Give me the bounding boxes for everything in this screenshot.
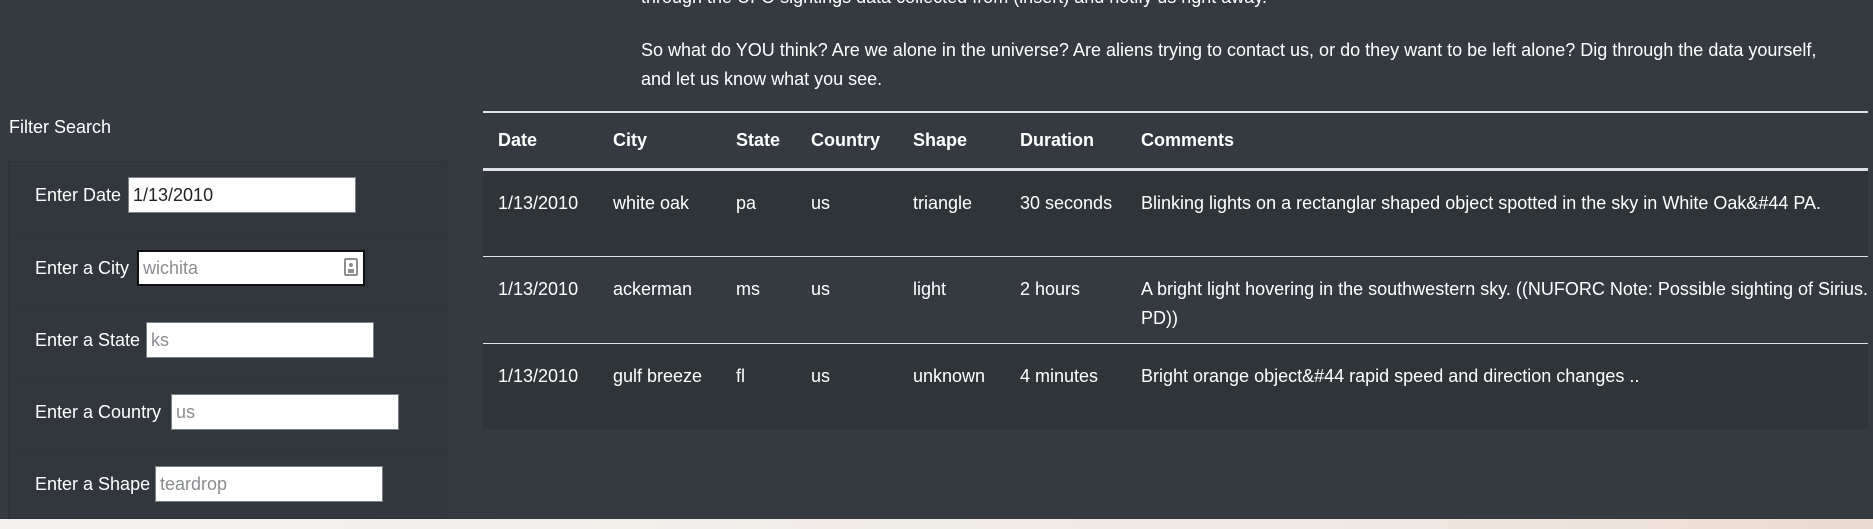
bottom-browser-strip: [0, 519, 1873, 529]
country-column-header: Country: [796, 111, 898, 171]
date-input[interactable]: [128, 177, 356, 213]
city-cell: gulf breeze: [598, 342, 721, 429]
date-cell: 1/13/2010: [483, 342, 598, 429]
city-input[interactable]: [137, 250, 365, 286]
date-cell: 1/13/2010: [483, 255, 598, 343]
comments-cell: Blinking lights on a rectanglar shaped o…: [1141, 192, 1822, 213]
date-column-header: Date: [483, 111, 598, 171]
date-cell: 1/13/2010: [498, 192, 579, 213]
table-header-row: Date City State Country Shape Duration C…: [483, 111, 1868, 171]
state-cell: fl: [721, 342, 796, 429]
filter-panel: Enter Date Enter a City Enter a State En…: [8, 161, 447, 519]
city-column-header: City: [598, 111, 721, 171]
ufo-sightings-page: through the UFO sightings data collected…: [0, 0, 1873, 519]
city-label: Enter a City: [35, 258, 130, 278]
table-row: 1/13/2010 white oak pa us triangle 30 se…: [483, 169, 1868, 256]
date-label: Enter Date: [35, 185, 122, 205]
shape-cell: light: [898, 255, 1005, 343]
comments-cell: Bright orange object&#44 rapid speed and…: [1126, 342, 1868, 429]
city-cell: white oak: [613, 192, 690, 213]
city-cell: ackerman: [598, 255, 721, 343]
country-filter-row: Enter a Country: [9, 378, 446, 450]
date-filter-row: Enter Date: [9, 162, 446, 234]
intro-partial-line: through the UFO sightings data collected…: [641, 0, 1831, 12]
autofill-icon[interactable]: [344, 258, 358, 276]
city-filter-row: Enter a City: [9, 234, 446, 306]
duration-cell: 30 seconds: [1020, 192, 1113, 213]
filter-search-title: Filter Search: [9, 117, 112, 137]
duration-cell: 2 hours: [1005, 255, 1126, 343]
shape-column-header: Shape: [898, 111, 1005, 171]
country-label: Enter a Country: [35, 402, 162, 422]
comments-column-header: Comments: [1126, 111, 1868, 171]
comments-cell: A bright light hovering in the southwest…: [1126, 255, 1868, 343]
table-body: 1/13/2010 white oak pa us triangle 30 se…: [483, 169, 1868, 429]
shape-input[interactable]: [155, 466, 383, 502]
state-column-header: State: [721, 111, 796, 171]
state-label: Enter a State: [35, 330, 141, 350]
duration-column-header: Duration: [1005, 111, 1126, 171]
shape-cell: unknown: [898, 342, 1005, 429]
state-cell: ms: [721, 255, 796, 343]
state-cell: pa: [736, 192, 757, 213]
duration-cell: 4 minutes: [1005, 342, 1126, 429]
country-cell: us: [796, 255, 898, 343]
shape-filter-row: Enter a Shape: [9, 450, 446, 519]
country-input[interactable]: [171, 394, 399, 430]
shape-label: Enter a Shape: [35, 474, 151, 494]
state-input[interactable]: [146, 322, 374, 358]
ufo-results-table-wrapper: Date City State Country Shape Duration C…: [483, 111, 1868, 435]
state-filter-row: Enter a State: [9, 306, 446, 378]
intro-paragraph: So what do YOU think? Are we alone in th…: [641, 40, 1817, 89]
table-row: 1/13/2010 ackerman ms us light 2 hours A…: [483, 255, 1868, 343]
country-cell: us: [796, 342, 898, 429]
ufo-results-table: Date City State Country Shape Duration C…: [483, 111, 1868, 429]
shape-cell: triangle: [913, 192, 973, 213]
table-row: 1/13/2010 gulf breeze fl us unknown 4 mi…: [483, 342, 1868, 429]
country-cell: us: [811, 192, 831, 213]
city-input-wrapper: [137, 250, 365, 286]
table-header: Date City State Country Shape Duration C…: [483, 111, 1868, 171]
